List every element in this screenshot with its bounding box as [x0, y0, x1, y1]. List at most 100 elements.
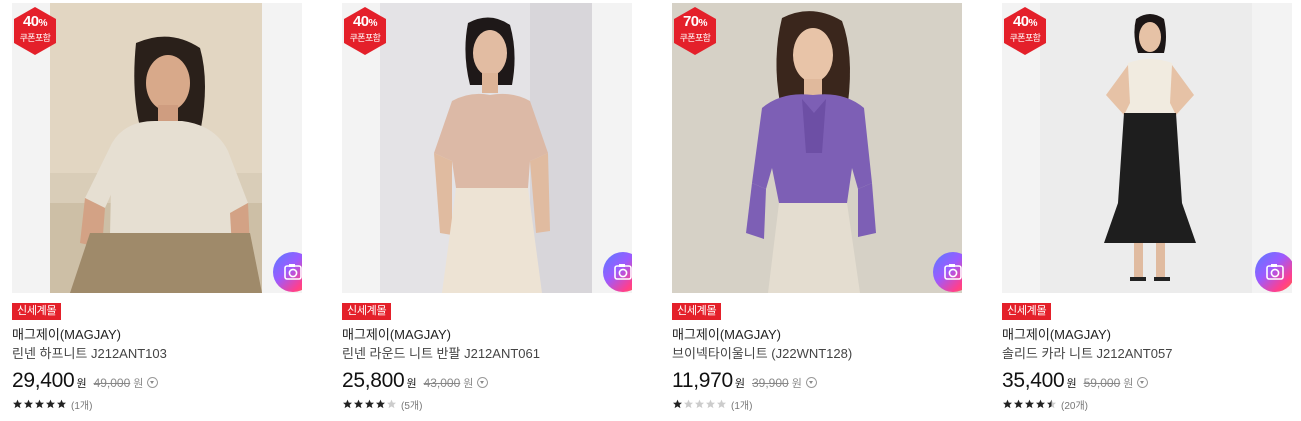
rating: (20개) [1002, 397, 1088, 412]
product-image[interactable]: 40% 쿠폰포함 [1002, 3, 1292, 293]
original-price: 59,000 [1083, 376, 1121, 390]
currency-unit-original: 원 [463, 378, 474, 390]
star-icon [673, 399, 682, 409]
rating: (5개) [342, 397, 422, 412]
original-price: 49,000 [93, 376, 131, 390]
star-icon [1047, 399, 1056, 409]
star-rating [12, 399, 67, 409]
star-icon [387, 399, 396, 409]
discount-unit: % [1028, 18, 1038, 29]
product-photo [50, 3, 262, 293]
star-icon [1003, 399, 1012, 409]
review-count[interactable]: (1개) [731, 397, 752, 412]
product-card[interactable]: 40% 쿠폰포함 신세계몰 매그제이(MAGJAY) 린넨 하프니트 J212A… [12, 0, 304, 421]
discount-percent: 40 [352, 13, 369, 30]
product-name[interactable]: 린넨 라운드 니트 반팔 J212ANT061 [342, 346, 540, 362]
mall-tag: 신세계몰 [12, 303, 62, 320]
currency-unit-original: 원 [1123, 378, 1134, 390]
discount-badge: 40% 쿠폰포함 [1004, 7, 1046, 55]
price-row: 25,800 원 43,000 원 [342, 369, 489, 393]
star-icon [706, 399, 715, 409]
brand-name[interactable]: 매그제이(MAGJAY) [1002, 327, 1111, 343]
currency-unit: 원 [1066, 378, 1077, 390]
discount-badge: 40% 쿠폰포함 [14, 7, 56, 55]
price-row: 11,970 원 39,900 원 [672, 369, 817, 393]
star-icon [35, 399, 44, 409]
price-row: 29,400 원 49,000 원 [12, 369, 159, 393]
product-image[interactable]: 40% 쿠폰포함 [12, 3, 302, 293]
camera-icon [944, 264, 962, 280]
currency-unit: 원 [76, 378, 87, 390]
coupon-label: 쿠폰포함 [1009, 33, 1041, 43]
coupon-label: 쿠폰포함 [349, 33, 381, 43]
currency-unit: 원 [734, 378, 745, 390]
star-icon [46, 399, 55, 409]
star-icon [13, 399, 22, 409]
price-info-icon[interactable] [805, 377, 817, 388]
discount-unit: % [38, 18, 48, 29]
product-name[interactable]: 솔리드 카라 니트 J212ANT057 [1002, 346, 1172, 362]
camera-button[interactable] [1255, 252, 1292, 292]
mall-tag: 신세계몰 [672, 303, 722, 320]
price-info-icon[interactable] [477, 377, 489, 388]
discount-percent: 40 [1012, 13, 1029, 30]
review-count[interactable]: (5개) [401, 397, 422, 412]
star-icon [1036, 399, 1045, 409]
original-price: 39,900 [752, 376, 789, 390]
star-icon [1014, 399, 1023, 409]
discount-unit: % [698, 18, 708, 29]
product-grid: 40% 쿠폰포함 신세계몰 매그제이(MAGJAY) 린넨 하프니트 J212A… [0, 0, 1301, 421]
brand-name[interactable]: 매그제이(MAGJAY) [672, 327, 781, 343]
brand-name[interactable]: 매그제이(MAGJAY) [12, 327, 121, 343]
star-icon [684, 399, 693, 409]
camera-button[interactable] [273, 252, 302, 292]
camera-button[interactable] [603, 252, 632, 292]
sale-price: 25,800 [342, 369, 405, 392]
brand-name[interactable]: 매그제이(MAGJAY) [342, 327, 451, 343]
product-card[interactable]: 40% 쿠폰포함 신세계몰 매그제이(MAGJAY) 솔리드 카라 니트 J21… [1002, 0, 1294, 421]
product-card[interactable]: 40% 쿠폰포함 신세계몰 매그제이(MAGJAY) 린넨 라운드 니트 반팔 … [342, 0, 634, 421]
product-name[interactable]: 브이넥타이울니트 (J22WNT128) [672, 346, 852, 362]
currency-unit-original: 원 [791, 378, 802, 390]
discount-badge: 40% 쿠폰포함 [344, 7, 386, 55]
price-info-icon[interactable] [147, 377, 159, 388]
product-image[interactable]: 40% 쿠폰포함 [342, 3, 632, 293]
discount-percent: 70 [682, 13, 699, 30]
mall-tag: 신세계몰 [1002, 303, 1052, 320]
review-count[interactable]: (20개) [1061, 397, 1088, 412]
coupon-label: 쿠폰포함 [679, 33, 711, 43]
star-icon [24, 399, 33, 409]
product-card[interactable]: 70% 쿠폰포함 신세계몰 매그제이(MAGJAY) 브이넥타이울니트 (J22… [672, 0, 964, 421]
star-rating [672, 399, 727, 409]
coupon-label: 쿠폰포함 [19, 33, 51, 43]
camera-icon [284, 264, 302, 280]
discount-badge: 70% 쿠폰포함 [674, 7, 716, 55]
product-name[interactable]: 린넨 하프니트 J212ANT103 [12, 346, 167, 362]
star-icon [354, 399, 363, 409]
sale-price: 35,400 [1002, 369, 1065, 392]
rating: (1개) [12, 397, 92, 412]
sale-price: 29,400 [12, 369, 75, 392]
price-row: 35,400 원 59,000 원 [1002, 369, 1149, 393]
product-image[interactable]: 70% 쿠폰포함 [672, 3, 962, 293]
camera-icon [1266, 264, 1284, 280]
star-icon [365, 399, 374, 409]
original-price: 43,000 [423, 376, 461, 390]
sale-price: 11,970 [672, 369, 733, 392]
product-photo [380, 3, 592, 293]
star-rating [1002, 399, 1057, 409]
camera-icon [614, 264, 632, 280]
currency-unit: 원 [406, 378, 417, 390]
rating: (1개) [672, 397, 752, 412]
price-info-icon[interactable] [1137, 377, 1149, 388]
currency-unit-original: 원 [133, 378, 144, 390]
star-icon [1025, 399, 1034, 409]
review-count[interactable]: (1개) [71, 397, 92, 412]
mall-tag: 신세계몰 [342, 303, 392, 320]
star-icon [343, 399, 352, 409]
star-icon [695, 399, 704, 409]
discount-percent: 40 [22, 13, 39, 30]
star-icon [717, 399, 726, 409]
star-icon [57, 399, 66, 409]
star-icon [376, 399, 385, 409]
